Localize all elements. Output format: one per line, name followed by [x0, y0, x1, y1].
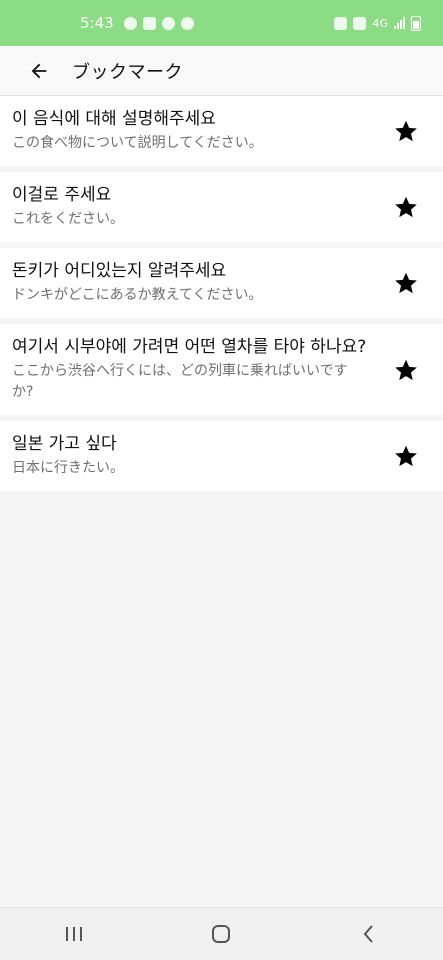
bookmark-korean-text: 돈키가 어디있는지 알려주세요	[12, 261, 227, 281]
bookmark-item[interactable]: 일본 가고 싶다 日本に行きたい。	[0, 421, 443, 491]
arrow-left-icon	[31, 63, 47, 78]
bookmark-japanese-text: この食べ物について説明してください。	[12, 135, 263, 151]
bookmark-item[interactable]: 이 음식에 대해 설명해주세요 この食べ物について説明してください。	[0, 96, 443, 166]
bookmark-star-button[interactable]	[393, 118, 419, 144]
bookmark-star-button[interactable]	[393, 357, 419, 383]
bookmark-star-button[interactable]	[393, 443, 419, 469]
system-icons: 4G	[334, 15, 421, 31]
star-icon	[395, 196, 417, 218]
bookmark-korean-text: 일본 가고 싶다	[12, 434, 117, 454]
status-time: 5:43	[80, 14, 114, 32]
navigation-bar	[0, 907, 443, 960]
recents-icon	[65, 927, 82, 941]
bookmark-japanese-text: ドンキがどこにあるか教えてください。	[12, 287, 263, 303]
bookmark-korean-text: 이걸로 주세요	[12, 185, 112, 205]
home-button[interactable]	[191, 914, 251, 954]
bookmark-japanese-text: 日本に行きたい。	[12, 460, 124, 476]
back-button[interactable]	[14, 46, 64, 96]
bookmark-item[interactable]: 이걸로 주세요 これをください。	[0, 172, 443, 242]
system-back-button[interactable]	[339, 914, 399, 954]
bookmark-item[interactable]: 여기서 시부야에 가려면 어떤 열차를 타야 하나요? ここから渋谷へ行くには、ど…	[0, 324, 443, 415]
bookmark-list: 이 음식에 대해 설명해주세요 この食べ物について説明してください。 이걸로 주세요…	[0, 96, 443, 497]
star-icon	[395, 272, 417, 294]
bookmark-korean-text: 이 음식에 대해 설명해주세요	[12, 109, 216, 129]
bookmark-japanese-text: これをください。	[12, 211, 124, 227]
bookmark-star-button[interactable]	[393, 194, 419, 220]
bookmark-japanese-text: ここから渋谷へ行くには、どの列車に乗ればいいですか?	[12, 363, 348, 400]
fire-icon	[123, 16, 137, 30]
image-icon	[142, 16, 156, 30]
star-icon	[395, 359, 417, 380]
bookmark-star-button[interactable]	[393, 270, 419, 296]
chat-icon	[180, 16, 194, 30]
home-icon	[212, 925, 231, 943]
bookmark-korean-text: 여기서 시부야에 가려면 어떤 열차를 타야 하나요?	[12, 337, 367, 357]
network-type-label: 4G	[372, 16, 388, 30]
back-chevron-icon	[363, 925, 373, 943]
signal-icon	[394, 17, 405, 29]
alarm-icon	[334, 16, 348, 30]
mute-icon	[353, 16, 367, 30]
bookmark-item[interactable]: 돈키가 어디있는지 알려주세요 ドンキがどこにあるか教えてください。	[0, 248, 443, 318]
app-bar: ブックマーク	[0, 46, 443, 96]
cloud-icon	[161, 16, 175, 30]
battery-icon	[411, 15, 421, 31]
recents-button[interactable]	[44, 914, 104, 954]
star-icon	[395, 120, 417, 142]
notification-icons	[123, 16, 194, 30]
page-title: ブックマーク	[72, 61, 183, 83]
status-bar: 5:43 4G	[0, 0, 443, 46]
star-icon	[395, 445, 417, 467]
